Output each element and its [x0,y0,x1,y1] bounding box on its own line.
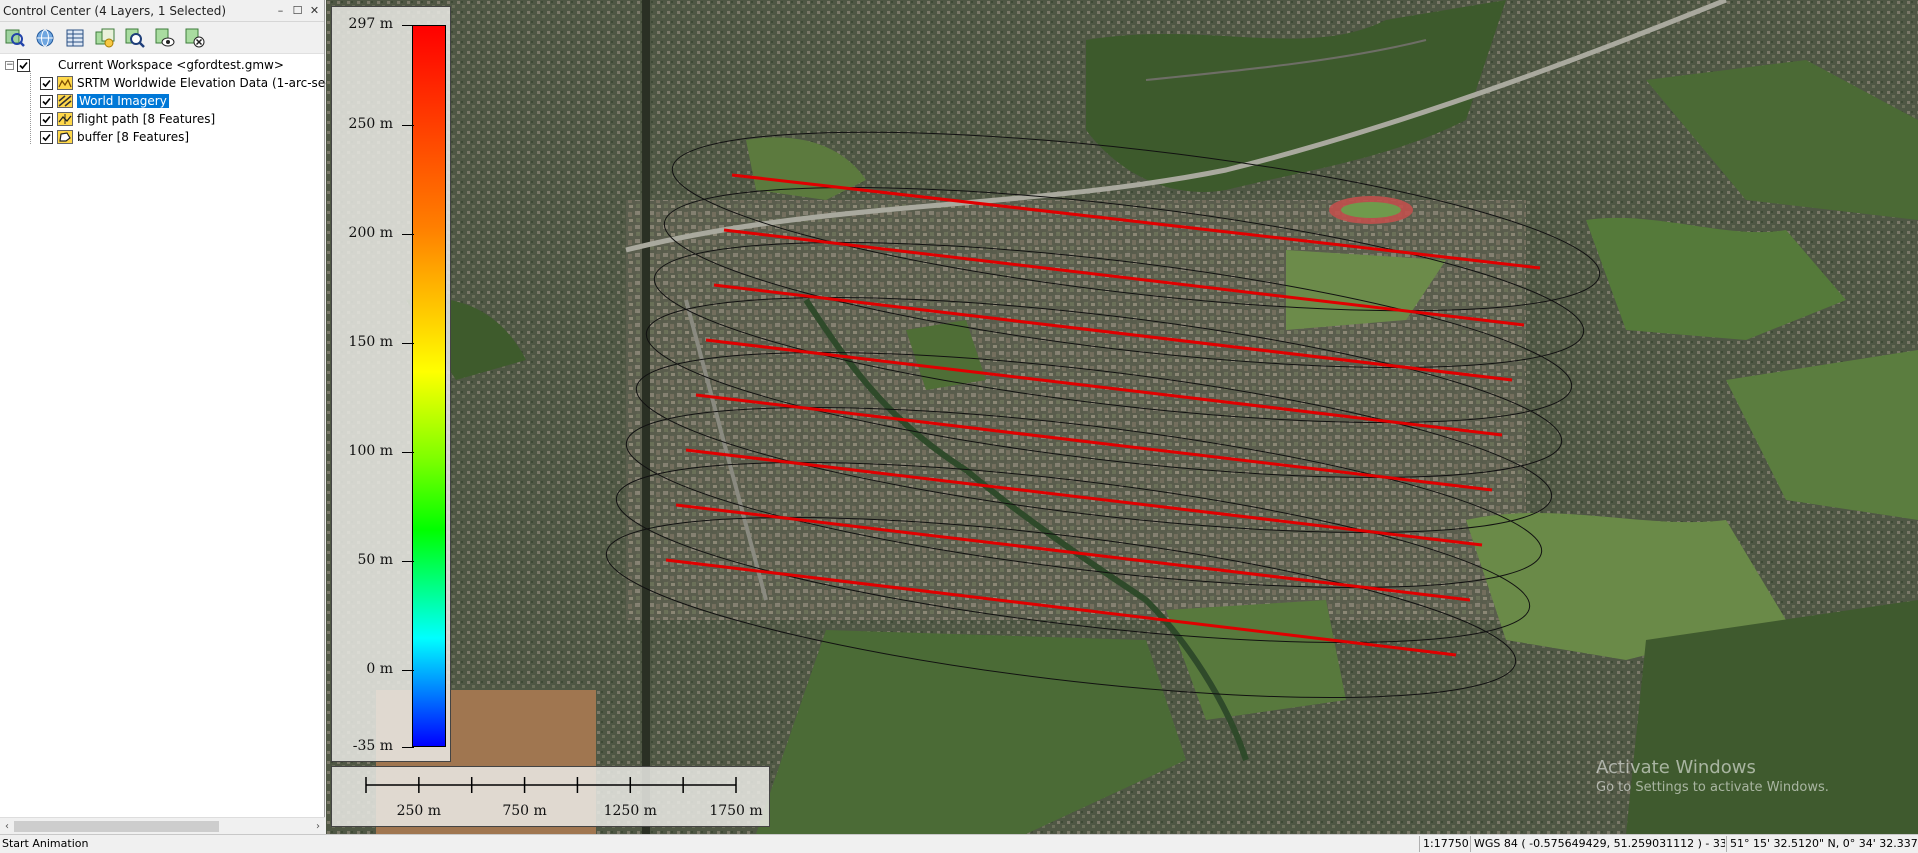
close-button[interactable]: ✕ [307,3,322,19]
elevation-legend: 297 m 250 m 200 m 150 m 100 m 50 m 0 m -35 m [331,6,451,762]
legend-tick-label: 100 m [348,443,393,459]
legend-tick [402,561,414,562]
coordinate-readout: WGS 84 ( -0.575649429, 51.259031112 ) - … [1470,836,1725,852]
legend-tick-label: -35 m [352,738,393,754]
workspace-label: Current Workspace <gfordtest.gmw> [58,58,284,72]
status-bar: Start Animation 1:17750 WGS 84 ( -0.5756… [0,834,1918,853]
legend-tick [402,25,414,26]
scale-bar-label: 750 m [502,803,547,819]
legend-tick-label: 250 m [348,116,393,132]
world-imagery-basemap [326,0,1918,834]
legend-tick-label: 0 m [366,661,393,677]
elevation-layer-icon [57,76,73,90]
control-center-titlebar[interactable]: Control Center (4 Layers, 1 Selected) – … [0,0,324,22]
layer-row[interactable]: SRTM Worldwide Elevation Data (1-arc-sec… [0,74,354,92]
legend-tick [402,452,414,453]
scale-bar-label: 1750 m [709,803,763,819]
legend-tick-label: 200 m [348,225,393,241]
legend-tick-label: 297 m [348,16,393,32]
layer-row[interactable]: flight path [8 Features] [0,110,325,128]
scale-readout: 1:17750 [1419,836,1469,852]
attribute-table-icon[interactable] [63,26,87,50]
layer-visibility-checkbox[interactable] [40,130,53,144]
scrollbar-thumb[interactable] [14,821,219,832]
layer-visibility-checkbox[interactable] [40,94,53,108]
show-layer-icon[interactable] [153,26,177,50]
minimize-button[interactable]: – [273,3,288,19]
workspace-node[interactable]: − Current Workspace <gfordtest.gmw> [0,56,325,74]
layer-visibility-checkbox[interactable] [40,112,53,126]
close-layer-icon[interactable] [183,26,207,50]
legend-tick [402,343,414,344]
dms-readout: 51° 15' 32.5120" N, 0° 34' 32.3379" W [1726,836,1918,852]
zoom-search-icon[interactable] [123,26,147,50]
control-center-panel: Control Center (4 Layers, 1 Selected) – … [0,0,354,834]
layer-visibility-checkbox[interactable] [40,76,53,90]
activate-windows-watermark: Activate Windows Go to Settings to activ… [1596,757,1829,795]
control-center-title: Control Center (4 Layers, 1 Selected) [3,3,227,18]
scroll-left-icon[interactable]: ‹ [0,818,14,835]
globe-icon[interactable] [33,26,57,50]
layer-label: flight path [8 Features] [77,112,216,126]
control-center-toolbar [0,22,324,54]
scale-bar-ruler [365,777,737,793]
collapse-icon[interactable]: − [5,60,14,70]
elevation-color-ramp [412,25,446,747]
line-layer-icon [57,112,73,126]
layer-options-icon[interactable] [93,26,117,50]
layer-row[interactable]: World Imagery [0,92,325,110]
scale-bar: 250 m 750 m 1250 m 1750 m [331,766,770,827]
map-canvas[interactable] [326,0,1918,834]
watermark-line-2: Go to Settings to activate Windows. [1596,780,1829,795]
legend-tick-label: 50 m [357,552,393,568]
horizontal-scrollbar[interactable]: ‹ › [0,817,325,834]
scroll-right-icon[interactable]: › [311,818,325,835]
layer-row[interactable]: buffer [8 Features] [0,128,325,146]
layer-label: SRTM Worldwide Elevation Data (1-arc-sec… [77,76,355,90]
legend-tick [402,670,414,671]
layer-label: buffer [8 Features] [77,130,190,144]
watermark-line-1: Activate Windows [1596,757,1756,778]
scale-bar-label: 1250 m [603,803,657,819]
zoom-to-layer-icon[interactable] [3,26,27,50]
legend-tick [402,125,414,126]
area-layer-icon [57,130,73,144]
start-animation-status[interactable]: Start Animation [2,837,88,850]
workspace-checkbox[interactable] [17,58,30,72]
maximize-button[interactable]: ☐ [290,3,305,19]
legend-tick-label: 150 m [348,334,393,350]
scale-bar-label: 250 m [396,803,442,819]
layer-tree: − Current Workspace <gfordtest.gmw> SRTM… [0,54,354,146]
legend-tick [402,234,414,235]
layer-label: World Imagery [77,94,169,108]
legend-tick [402,747,414,748]
imagery-layer-icon [57,94,73,108]
map-view[interactable]: 297 m 250 m 200 m 150 m 100 m 50 m 0 m -35 m 25… [326,0,1918,834]
